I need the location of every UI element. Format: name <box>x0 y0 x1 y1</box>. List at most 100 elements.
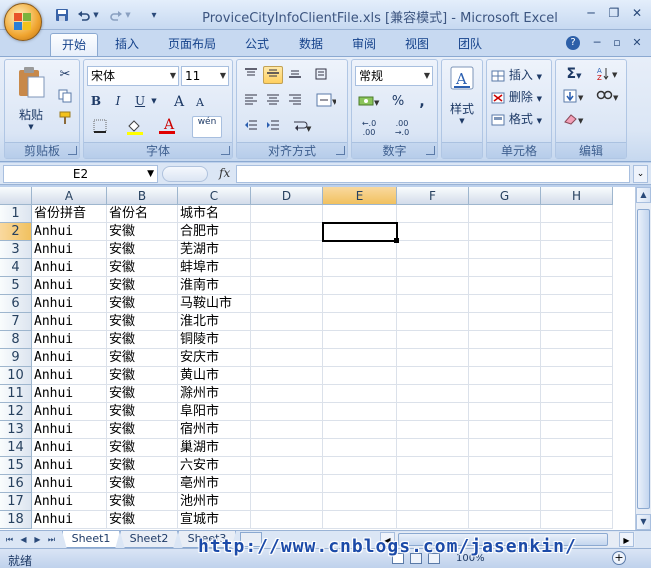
cell[interactable] <box>251 367 323 385</box>
cell[interactable] <box>397 277 469 295</box>
close-button[interactable]: ✕ <box>627 4 647 22</box>
format-painter-icon[interactable] <box>55 110 75 128</box>
cell[interactable] <box>469 241 541 259</box>
orientation-icon[interactable] <box>311 66 331 84</box>
row-header[interactable]: 5 <box>0 277 32 295</box>
fill-handle[interactable] <box>394 238 399 243</box>
format-cells-button[interactable]: 格式 ▼ <box>490 109 550 127</box>
cell[interactable] <box>541 259 613 277</box>
cell[interactable] <box>397 475 469 493</box>
cell[interactable]: 安徽 <box>107 223 178 241</box>
align-middle-icon[interactable] <box>263 66 283 84</box>
cell[interactable]: 安徽 <box>107 313 178 331</box>
row-header[interactable]: 12 <box>0 403 32 421</box>
tab-team[interactable]: 团队 <box>449 33 491 56</box>
autosum-icon[interactable]: Σ▼ <box>560 65 588 83</box>
cell[interactable]: Anhui <box>32 457 107 475</box>
cell[interactable] <box>323 403 397 421</box>
cell[interactable] <box>397 367 469 385</box>
row-header[interactable]: 4 <box>0 259 32 277</box>
cell[interactable] <box>469 277 541 295</box>
cell[interactable] <box>541 403 613 421</box>
cell[interactable] <box>251 385 323 403</box>
cell[interactable] <box>397 313 469 331</box>
tab-home[interactable]: 开始 <box>50 33 98 56</box>
styles-button[interactable]: A 样式 ▼ <box>444 64 480 138</box>
cell[interactable] <box>469 349 541 367</box>
italic-button[interactable]: I <box>109 93 127 111</box>
font-name-combo[interactable]: 宋体 ▼ <box>87 66 179 86</box>
bold-button[interactable]: B <box>87 93 105 111</box>
cell[interactable]: Anhui <box>32 331 107 349</box>
font-launcher-icon[interactable] <box>221 146 230 155</box>
cell[interactable]: 安徽 <box>107 403 178 421</box>
scroll-down-icon[interactable]: ▼ <box>636 514 651 530</box>
cell[interactable] <box>397 421 469 439</box>
cell[interactable]: Anhui <box>32 259 107 277</box>
cell[interactable] <box>251 403 323 421</box>
cell[interactable] <box>251 205 323 223</box>
cell[interactable] <box>541 349 613 367</box>
cell[interactable]: 宿州市 <box>178 421 251 439</box>
help-icon[interactable]: ? <box>566 36 580 50</box>
cell[interactable]: 城市名 <box>178 205 251 223</box>
cell[interactable] <box>251 331 323 349</box>
formula-bar-divider[interactable] <box>162 166 208 182</box>
cell[interactable] <box>397 385 469 403</box>
sheet-tab-sheet2[interactable]: Sheet2 <box>120 531 178 548</box>
column-header-e[interactable]: E <box>323 187 397 205</box>
row-header[interactable]: 9 <box>0 349 32 367</box>
cell[interactable]: Anhui <box>32 403 107 421</box>
sheet-tab-sheet1[interactable]: Sheet1 <box>62 531 120 548</box>
cell[interactable] <box>323 241 397 259</box>
cell[interactable] <box>541 475 613 493</box>
vertical-scrollbar[interactable]: ▲ ▼ <box>635 187 651 530</box>
cell[interactable]: 马鞍山市 <box>178 295 251 313</box>
cell[interactable]: Anhui <box>32 313 107 331</box>
cell[interactable] <box>251 277 323 295</box>
cell[interactable]: 淮南市 <box>178 277 251 295</box>
insert-function-icon[interactable]: fx <box>219 166 230 180</box>
cell[interactable]: 省份名 <box>107 205 178 223</box>
cell[interactable] <box>397 493 469 511</box>
cell[interactable] <box>323 259 397 277</box>
decrease-decimal-icon[interactable]: .00 →.0 <box>388 118 416 138</box>
column-header-a[interactable]: A <box>32 187 107 205</box>
cell[interactable]: 黄山市 <box>178 367 251 385</box>
cell[interactable] <box>323 475 397 493</box>
ribbon-minimize-icon[interactable]: ─ <box>590 36 604 50</box>
increase-indent-icon[interactable] <box>263 118 283 136</box>
cell[interactable] <box>397 349 469 367</box>
alignment-launcher-icon[interactable] <box>336 146 345 155</box>
cell[interactable] <box>251 475 323 493</box>
cell[interactable] <box>323 385 397 403</box>
cell[interactable]: 安徽 <box>107 475 178 493</box>
cell[interactable] <box>323 295 397 313</box>
align-center-icon[interactable] <box>263 92 283 110</box>
cell[interactable] <box>541 421 613 439</box>
cell[interactable] <box>541 511 613 529</box>
cell[interactable]: Anhui <box>32 493 107 511</box>
cell[interactable]: 安徽 <box>107 511 178 529</box>
tab-insert[interactable]: 插入 <box>106 33 148 56</box>
cell[interactable] <box>397 457 469 475</box>
cell[interactable] <box>541 241 613 259</box>
cell[interactable] <box>251 511 323 529</box>
vertical-scroll-thumb[interactable] <box>637 209 650 509</box>
cell[interactable] <box>397 223 469 241</box>
cell[interactable]: 安徽 <box>107 457 178 475</box>
cell[interactable]: 省份拼音 <box>32 205 107 223</box>
row-header[interactable]: 2 <box>0 223 32 241</box>
redo-dropdown-icon[interactable]: ▼ <box>124 7 132 23</box>
cell[interactable] <box>541 367 613 385</box>
cell[interactable] <box>541 493 613 511</box>
paste-button[interactable]: 粘贴 ▼ <box>9 64 53 136</box>
cell[interactable]: 安庆市 <box>178 349 251 367</box>
formula-input[interactable] <box>236 165 630 183</box>
cell[interactable] <box>323 421 397 439</box>
cell[interactable] <box>469 439 541 457</box>
column-header-g[interactable]: G <box>469 187 541 205</box>
percent-button[interactable]: % <box>388 93 408 111</box>
row-header[interactable]: 10 <box>0 367 32 385</box>
cell[interactable]: 安徽 <box>107 493 178 511</box>
